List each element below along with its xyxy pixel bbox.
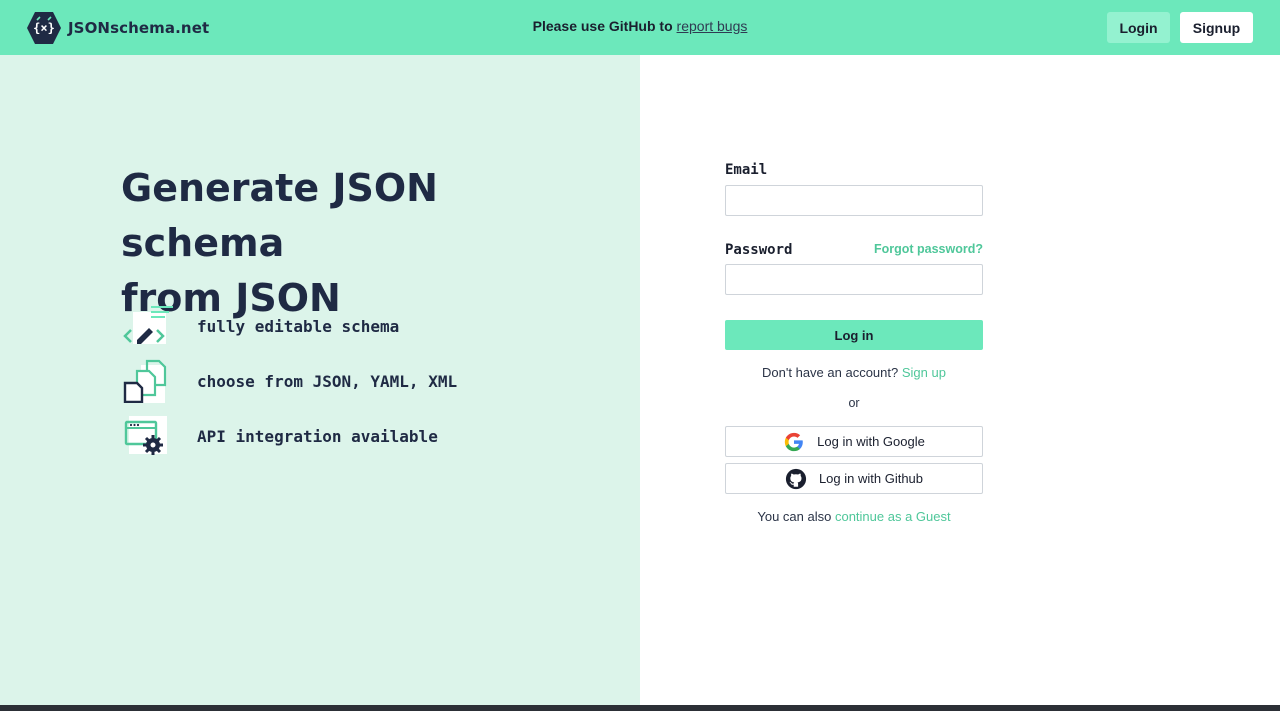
password-field[interactable] [725, 264, 983, 295]
google-login-button[interactable]: Log in with Google [725, 426, 983, 457]
report-bugs-link[interactable]: report bugs [677, 18, 748, 34]
notice-text: Please use GitHub to [532, 18, 677, 34]
hero-panel: Generate JSON schema from JSON fully edi… [0, 55, 640, 705]
email-label: Email [725, 162, 768, 178]
feature-label: fully editable schema [197, 316, 400, 336]
feature-item-formats: choose from JSON, YAML, XML [121, 359, 541, 403]
hero-title-line1: Generate JSON schema [121, 166, 438, 265]
forgot-password-link[interactable]: Forgot password? [860, 242, 983, 256]
bug-report-notice: Please use GitHub to report bugs [0, 18, 1280, 34]
login-submit-button[interactable]: Log in [725, 320, 983, 350]
top-bar: {×} JSONschema.net Please use GitHub to … [0, 0, 1280, 55]
guest-prefix-text: You can also [757, 509, 835, 524]
github-login-label: Log in with Github [818, 471, 924, 486]
header-signup-button[interactable]: Signup [1180, 12, 1253, 43]
feature-item-editable: fully editable schema [121, 304, 541, 348]
or-divider: or [848, 396, 860, 410]
email-field[interactable] [725, 185, 983, 216]
hero-title: Generate JSON schema from JSON [121, 161, 601, 326]
feature-label: choose from JSON, YAML, XML [197, 371, 458, 391]
password-label: Password [725, 242, 793, 258]
feature-label: API integration available [197, 426, 438, 446]
documents-icon [123, 359, 167, 403]
google-login-label: Log in with Google [817, 434, 925, 449]
google-icon [784, 432, 803, 451]
header-login-button[interactable]: Login [1107, 12, 1170, 43]
guest-prompt: You can also continue as a Guest [725, 509, 983, 524]
footer-strip [0, 705, 1280, 711]
continue-as-guest-link[interactable]: continue as a Guest [835, 509, 951, 524]
github-login-button[interactable]: Log in with Github [725, 463, 983, 494]
edit-code-icon [123, 306, 173, 344]
no-account-text: Don't have an account? [762, 365, 902, 380]
signup-prompt: Don't have an account? Sign up [725, 365, 983, 380]
github-icon [785, 468, 807, 489]
signup-link[interactable]: Sign up [902, 365, 946, 380]
feature-item-api: API integration available [121, 414, 541, 458]
api-settings-icon [124, 416, 167, 455]
